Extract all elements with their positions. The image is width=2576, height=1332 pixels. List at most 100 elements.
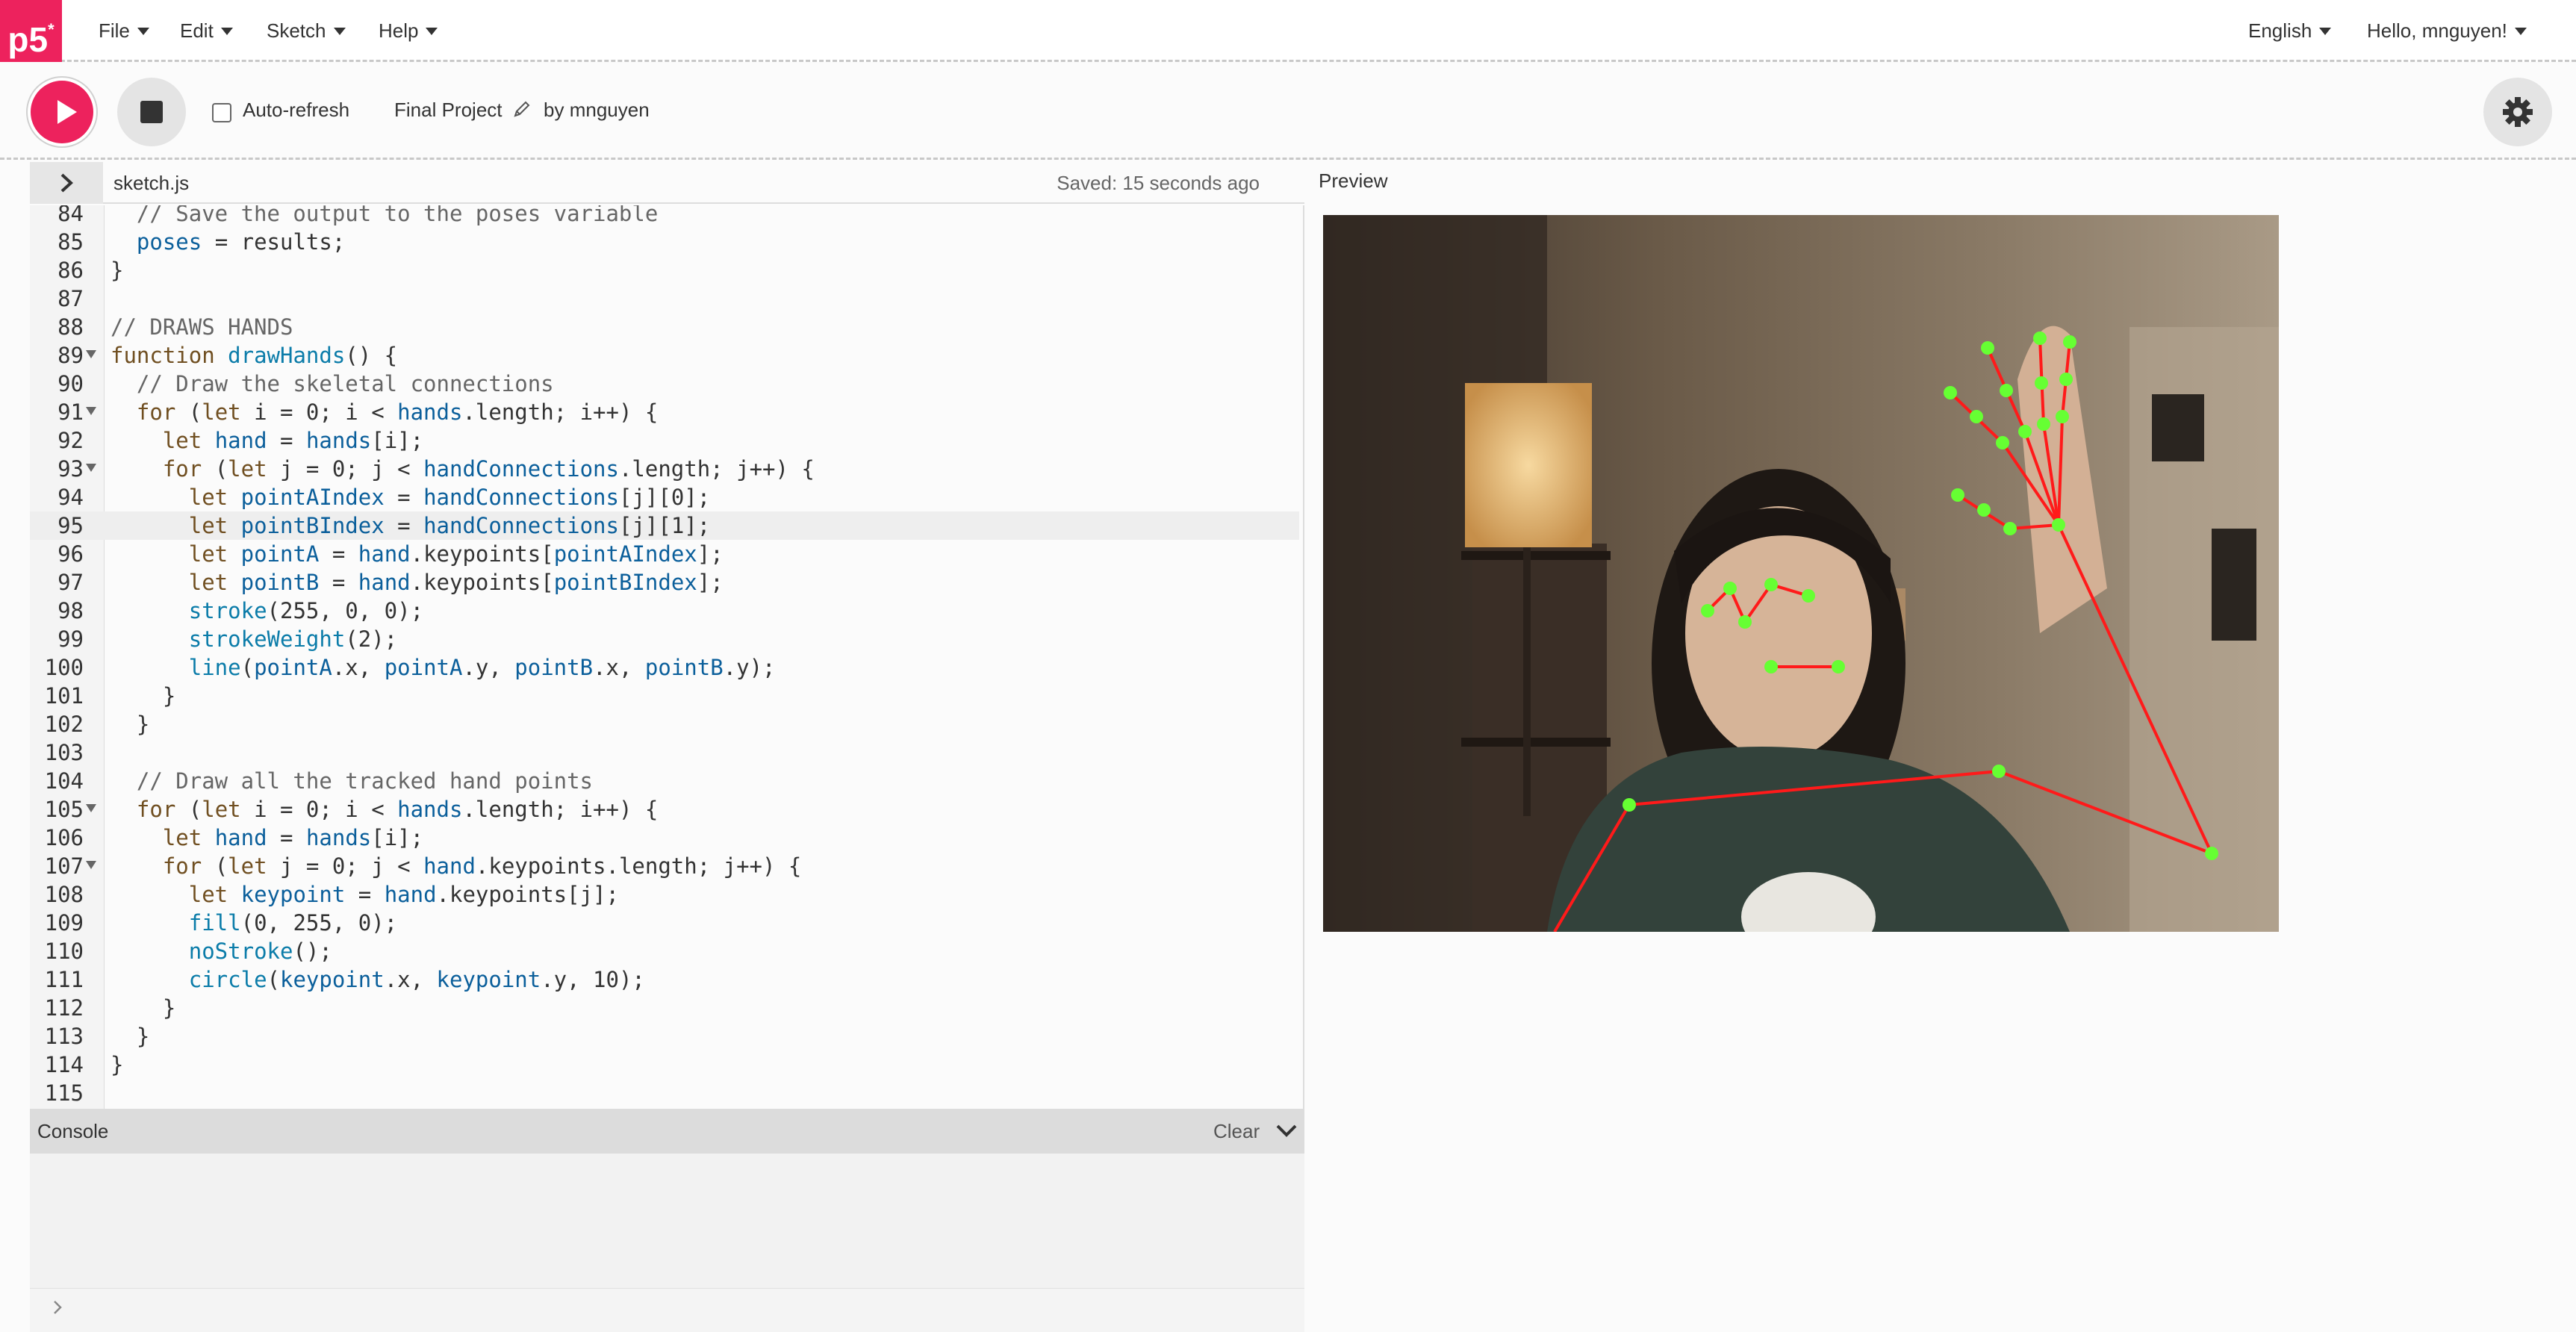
code-line[interactable]: 110 noStroke(); <box>30 937 1299 965</box>
settings-button[interactable] <box>2483 78 2552 146</box>
line-number: 114 <box>44 1052 84 1077</box>
stop-button[interactable] <box>117 78 186 146</box>
fold-arrow-icon[interactable] <box>86 350 96 358</box>
line-number: 113 <box>44 1024 84 1049</box>
code-line[interactable]: 86} <box>30 256 1299 284</box>
code-text: circle(keypoint.x, keypoint.y, 10); <box>188 967 645 992</box>
code-line[interactable]: 104 // Draw all the tracked hand points <box>30 767 1299 795</box>
line-number: 86 <box>57 258 84 283</box>
line-number: 88 <box>57 314 84 340</box>
code-line[interactable]: 93 for (let j = 0; j < handConnections.l… <box>30 455 1299 483</box>
code-line[interactable]: 102 } <box>30 710 1299 738</box>
console-input[interactable] <box>30 1288 1304 1332</box>
auto-refresh-checkbox[interactable] <box>212 103 231 122</box>
line-number: 102 <box>44 712 84 737</box>
fold-arrow-icon[interactable] <box>86 804 96 812</box>
code-line[interactable]: 92 let hand = hands[i]; <box>30 426 1299 455</box>
code-line[interactable]: 106 let hand = hands[i]; <box>30 824 1299 852</box>
code-text: let pointBIndex = handConnections[j][1]; <box>188 513 711 538</box>
code-line[interactable]: 114} <box>30 1051 1299 1079</box>
by-prefix: by <box>544 99 564 121</box>
code-line[interactable]: 85 poses = results; <box>30 228 1299 256</box>
code-line[interactable]: 98 stroke(255, 0, 0); <box>30 597 1299 625</box>
language-label: English <box>2248 19 2312 42</box>
code-line[interactable]: 108 let keypoint = hand.keypoints[j]; <box>30 880 1299 909</box>
project-owner: by mnguyen <box>544 99 650 122</box>
code-line[interactable]: 101 } <box>30 682 1299 710</box>
code-text: } <box>111 683 176 709</box>
code-editor[interactable]: 84 // Save the output to the poses varia… <box>30 205 1304 1109</box>
code-line[interactable]: 95 let pointBIndex = handConnections[j][… <box>30 511 1299 540</box>
language-menu[interactable]: English <box>2248 0 2332 62</box>
pencil-icon[interactable] <box>513 100 531 118</box>
code-text: let keypoint = hand.keypoints[j]; <box>188 882 619 907</box>
code-line[interactable]: 91 for (let i = 0; i < hands.length; i++… <box>30 398 1299 426</box>
chevron-down-icon <box>2514 28 2527 35</box>
preview-label: Preview <box>1319 169 1388 192</box>
code-text: let pointA = hand.keypoints[pointAIndex]… <box>188 541 724 567</box>
play-button[interactable] <box>28 78 96 146</box>
code-line[interactable]: 111 circle(keypoint.x, keypoint.y, 10); <box>30 965 1299 994</box>
line-number: 100 <box>44 655 84 680</box>
code-line[interactable]: 87 <box>30 284 1299 313</box>
code-text: for (let i = 0; i < hands.length; i++) { <box>136 399 659 425</box>
line-number: 89 <box>57 343 84 368</box>
fold-arrow-icon[interactable] <box>86 861 96 869</box>
play-icon <box>57 100 77 124</box>
sketch-preview-canvas[interactable] <box>1323 215 2279 932</box>
code-text: } <box>111 1024 150 1049</box>
fold-arrow-icon[interactable] <box>86 407 96 415</box>
code-line[interactable]: 113 } <box>30 1022 1299 1051</box>
code-line[interactable]: 97 let pointB = hand.keypoints[pointBInd… <box>30 568 1299 597</box>
code-line[interactable]: 99 strokeWeight(2); <box>30 625 1299 653</box>
project-name[interactable]: Final Project <box>394 99 503 122</box>
code-text: let pointB = hand.keypoints[pointBIndex]… <box>188 570 724 595</box>
code-text: } <box>111 995 176 1021</box>
code-line[interactable]: 94 let pointAIndex = handConnections[j][… <box>30 483 1299 511</box>
line-number: 108 <box>44 882 84 907</box>
code-line[interactable]: 103 <box>30 738 1299 767</box>
line-number: 104 <box>44 768 84 794</box>
menu-file[interactable]: File <box>99 0 149 62</box>
toolbar: Auto-refresh Final Project by mnguyen <box>0 64 2576 160</box>
menu-help[interactable]: Help <box>379 0 438 62</box>
prompt-chevron-icon <box>54 1301 62 1314</box>
code-line[interactable]: 107 for (let j = 0; j < hand.keypoints.l… <box>30 852 1299 880</box>
owner-link[interactable]: mnguyen <box>570 99 650 121</box>
sidebar-toggle-button[interactable] <box>30 162 103 204</box>
code-text: let hand = hands[i]; <box>162 428 424 453</box>
code-text: let hand = hands[i]; <box>162 825 424 850</box>
code-line[interactable]: 88 // DRAWS HANDS <box>30 313 1299 341</box>
code-line[interactable]: 109 fill(0, 255, 0); <box>30 909 1299 937</box>
fold-arrow-icon[interactable] <box>86 464 96 472</box>
code-line[interactable]: 115 <box>30 1079 1299 1107</box>
file-name: sketch.js <box>113 172 190 194</box>
logo-text: p5 <box>7 20 49 59</box>
chevron-down-icon[interactable] <box>1275 1124 1298 1139</box>
code-line[interactable]: 96 let pointA = hand.keypoints[pointAInd… <box>30 540 1299 568</box>
code-text: for (let i = 0; i < hands.length; i++) { <box>136 797 659 822</box>
chevron-down-icon <box>426 28 438 35</box>
user-menu[interactable]: Hello, mnguyen! <box>2367 0 2527 62</box>
line-number: 87 <box>57 286 84 311</box>
code-line[interactable]: 84 // Save the output to the poses varia… <box>30 205 1299 228</box>
console-clear-button[interactable]: Clear <box>1213 1120 1260 1143</box>
console-output <box>30 1154 1304 1288</box>
line-number: 109 <box>44 910 84 936</box>
code-line[interactable]: 90 // Draw the skeletal connections <box>30 370 1299 398</box>
code-text: line(pointA.x, pointA.y, pointB.x, point… <box>188 655 776 680</box>
webcam-frame <box>1323 215 2279 932</box>
code-line[interactable]: 112 } <box>30 994 1299 1022</box>
code-line[interactable]: 100 line(pointA.x, pointA.y, pointB.x, p… <box>30 653 1299 682</box>
code-line[interactable]: 89 function drawHands() { <box>30 341 1299 370</box>
auto-refresh-label[interactable]: Auto-refresh <box>243 99 349 122</box>
line-number: 96 <box>57 541 84 567</box>
code-text: for (let j = 0; j < handConnections.leng… <box>162 456 815 482</box>
menu-edit[interactable]: Edit <box>180 0 233 62</box>
p5-logo[interactable]: p5* <box>0 0 62 62</box>
line-number: 110 <box>44 939 84 964</box>
code-line[interactable]: 105 for (let i = 0; i < hands.length; i+… <box>30 795 1299 824</box>
code-text: fill(0, 255, 0); <box>188 910 398 936</box>
user-greeting: Hello, mnguyen! <box>2367 19 2507 42</box>
menu-sketch[interactable]: Sketch <box>267 0 346 62</box>
